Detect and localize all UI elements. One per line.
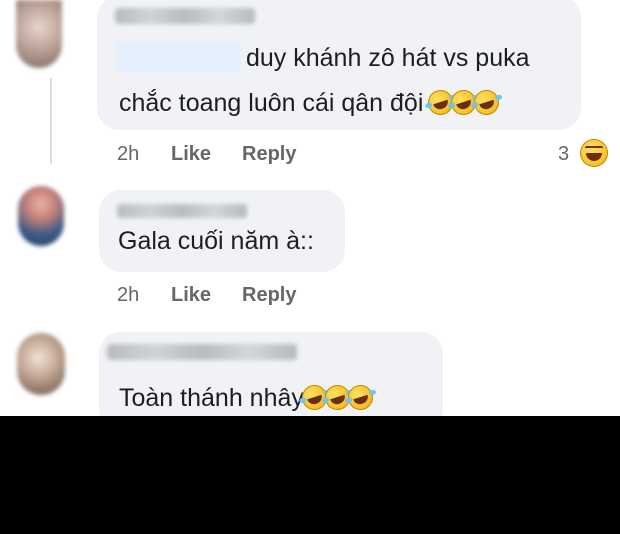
comment-bubble: duy khánh zô hát vs puka chắc toang luôn…	[97, 0, 581, 130]
rofl-emoji-icon	[471, 86, 503, 119]
commenter-name-blurred[interactable]	[115, 8, 255, 24]
reaction-count[interactable]: 3	[558, 143, 569, 166]
laughing-face-icon[interactable]	[580, 139, 608, 167]
mention-tag-blurred[interactable]	[118, 42, 240, 72]
comment-feed: duy khánh zô hát vs puka chắc toang luôn…	[0, 0, 620, 416]
comment-text: Gala cuối năm à::	[118, 227, 314, 255]
comment-time[interactable]: 2h	[117, 143, 139, 166]
like-button[interactable]: Like	[171, 284, 211, 307]
avatar[interactable]	[18, 186, 64, 246]
avatar[interactable]	[17, 333, 65, 395]
comment-time[interactable]: 2h	[117, 284, 139, 307]
comment-bubble: Gala cuối năm à::	[99, 190, 345, 272]
reply-button[interactable]: Reply	[242, 143, 296, 166]
commenter-name-blurred[interactable]	[117, 204, 247, 218]
rofl-emoji-icon	[344, 381, 377, 414]
commenter-name-blurred[interactable]	[107, 344, 297, 360]
comment-text-line2: chắc toang luôn cái qân đội	[119, 86, 503, 119]
avatar[interactable]	[16, 0, 62, 68]
comment-text: Toàn thánh nhây	[119, 381, 377, 414]
comment-bubble: Toàn thánh nhây	[99, 332, 443, 416]
comment-text: duy khánh zô hát vs puka	[246, 44, 530, 72]
like-button[interactable]: Like	[171, 143, 211, 166]
reply-button[interactable]: Reply	[242, 284, 296, 307]
thread-line	[50, 78, 52, 164]
